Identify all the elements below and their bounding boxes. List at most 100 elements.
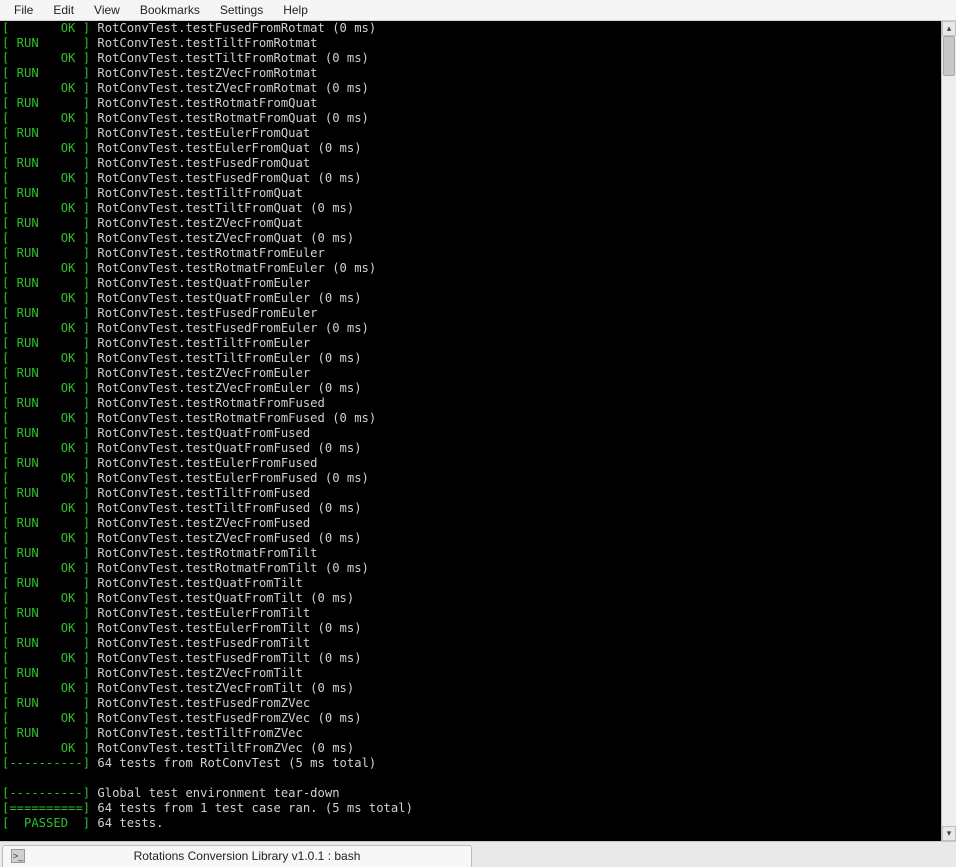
- terminal-line-text: RotConvTest.testFusedFromTilt: [90, 636, 310, 650]
- terminal-line-text: RotConvTest.testQuatFromTilt: [90, 576, 303, 590]
- terminal-line: [ PASSED ] 64 tests.: [2, 816, 939, 831]
- terminal-line-tag: [----------]: [2, 756, 90, 770]
- terminal-line: [ OK ] RotConvTest.testFusedFromQuat (0 …: [2, 171, 939, 186]
- terminal-line: [ OK ] RotConvTest.testQuatFromFused (0 …: [2, 441, 939, 456]
- terminal-line-tag: [ OK ]: [2, 591, 90, 605]
- terminal-line-text: RotConvTest.testEulerFromQuat: [90, 126, 310, 140]
- terminal-line-tag: [ RUN ]: [2, 396, 90, 410]
- terminal-line-tag: [ OK ]: [2, 681, 90, 695]
- terminal-line-text: RotConvTest.testRotmatFromTilt (0 ms): [90, 561, 369, 575]
- terminal-line-tag: [ RUN ]: [2, 156, 90, 170]
- terminal-line-text: RotConvTest.testTiltFromQuat (0 ms): [90, 201, 354, 215]
- terminal-line-text: RotConvTest.testRotmatFromFused: [90, 396, 325, 410]
- terminal-line: [ OK ] RotConvTest.testZVecFromQuat (0 m…: [2, 231, 939, 246]
- terminal-line-tag: [ RUN ]: [2, 576, 90, 590]
- terminal-line-tag: [ OK ]: [2, 621, 90, 635]
- terminal-line-tag: [ RUN ]: [2, 636, 90, 650]
- terminal-line-text: RotConvTest.testQuatFromFused (0 ms): [90, 441, 362, 455]
- terminal-line-tag: [ OK ]: [2, 261, 90, 275]
- terminal-output[interactable]: [ OK ] RotConvTest.testFusedFromRotmat (…: [0, 21, 941, 841]
- terminal-line-text: RotConvTest.testEulerFromQuat (0 ms): [90, 141, 362, 155]
- terminal-line-text: RotConvTest.testZVecFromFused (0 ms): [90, 531, 362, 545]
- terminal-line-text: RotConvTest.testTiltFromFused (0 ms): [90, 501, 362, 515]
- terminal-line-text: RotConvTest.testZVecFromEuler (0 ms): [90, 381, 362, 395]
- menu-edit[interactable]: Edit: [43, 1, 84, 19]
- terminal-line-tag: [ OK ]: [2, 381, 90, 395]
- terminal-line-tag: [ OK ]: [2, 201, 90, 215]
- terminal-line-text: RotConvTest.testTiltFromRotmat: [90, 36, 317, 50]
- terminal-line: [ RUN ] RotConvTest.testZVecFromQuat: [2, 216, 939, 231]
- terminal-line-tag: [----------]: [2, 786, 90, 800]
- terminal-line-text: RotConvTest.testZVecFromRotmat: [90, 66, 317, 80]
- terminal-line: [ RUN ] RotConvTest.testRotmatFromTilt: [2, 546, 939, 561]
- terminal-line: [----------] Global test environment tea…: [2, 786, 939, 801]
- terminal-line: [ OK ] RotConvTest.testTiltFromZVec (0 m…: [2, 741, 939, 756]
- menu-help[interactable]: Help: [273, 1, 318, 19]
- terminal-line-tag: [ RUN ]: [2, 216, 90, 230]
- terminal-line: [ OK ] RotConvTest.testFusedFromRotmat (…: [2, 21, 939, 36]
- menu-view[interactable]: View: [84, 1, 130, 19]
- terminal-line-text: RotConvTest.testZVecFromRotmat (0 ms): [90, 81, 369, 95]
- terminal-line-text: RotConvTest.testRotmatFromEuler (0 ms): [90, 261, 376, 275]
- terminal-line: [ OK ] RotConvTest.testEulerFromQuat (0 …: [2, 141, 939, 156]
- terminal-line: [ RUN ] RotConvTest.testFusedFromTilt: [2, 636, 939, 651]
- terminal-line: [ RUN ] RotConvTest.testEulerFromFused: [2, 456, 939, 471]
- scroll-up-button[interactable]: ▴: [942, 21, 956, 36]
- terminal-line-text: RotConvTest.testQuatFromEuler (0 ms): [90, 291, 362, 305]
- scrollbar-thumb[interactable]: [943, 36, 955, 76]
- terminal-line-tag: [ OK ]: [2, 291, 90, 305]
- menu-settings[interactable]: Settings: [210, 1, 273, 19]
- vertical-scrollbar[interactable]: ▴ ▾: [941, 21, 956, 841]
- terminal-line: [ OK ] RotConvTest.testRotmatFromFused (…: [2, 411, 939, 426]
- terminal-line-tag: [ OK ]: [2, 561, 90, 575]
- terminal-line-tag: [ OK ]: [2, 411, 90, 425]
- terminal-line-tag: [ OK ]: [2, 531, 90, 545]
- terminal-line-text: RotConvTest.testTiltFromFused: [90, 486, 310, 500]
- terminal-line-text: RotConvTest.testZVecFromTilt: [90, 666, 303, 680]
- terminal-line: [ RUN ] RotConvTest.testQuatFromTilt: [2, 576, 939, 591]
- terminal-line-tag: [ RUN ]: [2, 486, 90, 500]
- scroll-down-button[interactable]: ▾: [942, 826, 956, 841]
- terminal-tab[interactable]: >_ Rotations Conversion Library v1.0.1 :…: [2, 845, 472, 867]
- terminal-line: [ OK ] RotConvTest.testZVecFromTilt (0 m…: [2, 681, 939, 696]
- terminal-line: [ OK ] RotConvTest.testFusedFromZVec (0 …: [2, 711, 939, 726]
- terminal-line: [ OK ] RotConvTest.testTiltFromQuat (0 m…: [2, 201, 939, 216]
- terminal-line-tag: [ RUN ]: [2, 96, 90, 110]
- menu-file[interactable]: File: [4, 1, 43, 19]
- terminal-line-tag: [ RUN ]: [2, 246, 90, 260]
- terminal-line-tag: [ RUN ]: [2, 66, 90, 80]
- terminal-line-text: RotConvTest.testZVecFromTilt (0 ms): [90, 681, 354, 695]
- terminal-line: [ RUN ] RotConvTest.testFusedFromEuler: [2, 306, 939, 321]
- terminal-line-text: 64 tests from RotConvTest (5 ms total): [90, 756, 376, 770]
- terminal-line-text: RotConvTest.testQuatFromFused: [90, 426, 310, 440]
- terminal-line-tag: [ OK ]: [2, 501, 90, 515]
- terminal-line: [ RUN ] RotConvTest.testFusedFromZVec: [2, 696, 939, 711]
- terminal-line-tag: [ RUN ]: [2, 366, 90, 380]
- terminal-line-text: RotConvTest.testRotmatFromQuat: [90, 96, 317, 110]
- terminal-line-text: RotConvTest.testFusedFromQuat: [90, 156, 310, 170]
- terminal-line: [ RUN ] RotConvTest.testRotmatFromEuler: [2, 246, 939, 261]
- terminal-line: [ OK ] RotConvTest.testEulerFromTilt (0 …: [2, 621, 939, 636]
- terminal-line-tag: [ OK ]: [2, 141, 90, 155]
- terminal-line-tag: [ RUN ]: [2, 426, 90, 440]
- terminal-line-text: RotConvTest.testZVecFromQuat: [90, 216, 303, 230]
- terminal-line-text: RotConvTest.testFusedFromEuler (0 ms): [90, 321, 369, 335]
- terminal-line: [ OK ] RotConvTest.testQuatFromEuler (0 …: [2, 291, 939, 306]
- terminal-line: [ RUN ] RotConvTest.testZVecFromFused: [2, 516, 939, 531]
- terminal-line: [ RUN ] RotConvTest.testRotmatFromFused: [2, 396, 939, 411]
- terminal-line: [ OK ] RotConvTest.testTiltFromRotmat (0…: [2, 51, 939, 66]
- terminal-line-tag: [ RUN ]: [2, 546, 90, 560]
- terminal-line: [ OK ] RotConvTest.testQuatFromTilt (0 m…: [2, 591, 939, 606]
- terminal-line-text: RotConvTest.testTiltFromEuler (0 ms): [90, 351, 362, 365]
- terminal-line-text: RotConvTest.testFusedFromZVec (0 ms): [90, 711, 362, 725]
- terminal-line-text: RotConvTest.testFusedFromRotmat (0 ms): [90, 21, 376, 35]
- terminal-line-tag: [ RUN ]: [2, 696, 90, 710]
- terminal-line-text: RotConvTest.testFusedFromZVec: [90, 696, 310, 710]
- scrollbar-track[interactable]: [942, 36, 956, 826]
- terminal-line: [ RUN ] RotConvTest.testZVecFromTilt: [2, 666, 939, 681]
- menu-bookmarks[interactable]: Bookmarks: [130, 1, 210, 19]
- terminal-line: [ RUN ] RotConvTest.testTiltFromRotmat: [2, 36, 939, 51]
- terminal-line-tag: [ RUN ]: [2, 126, 90, 140]
- terminal-line: [ RUN ] RotConvTest.testRotmatFromQuat: [2, 96, 939, 111]
- terminal-line-tag: [ OK ]: [2, 171, 90, 185]
